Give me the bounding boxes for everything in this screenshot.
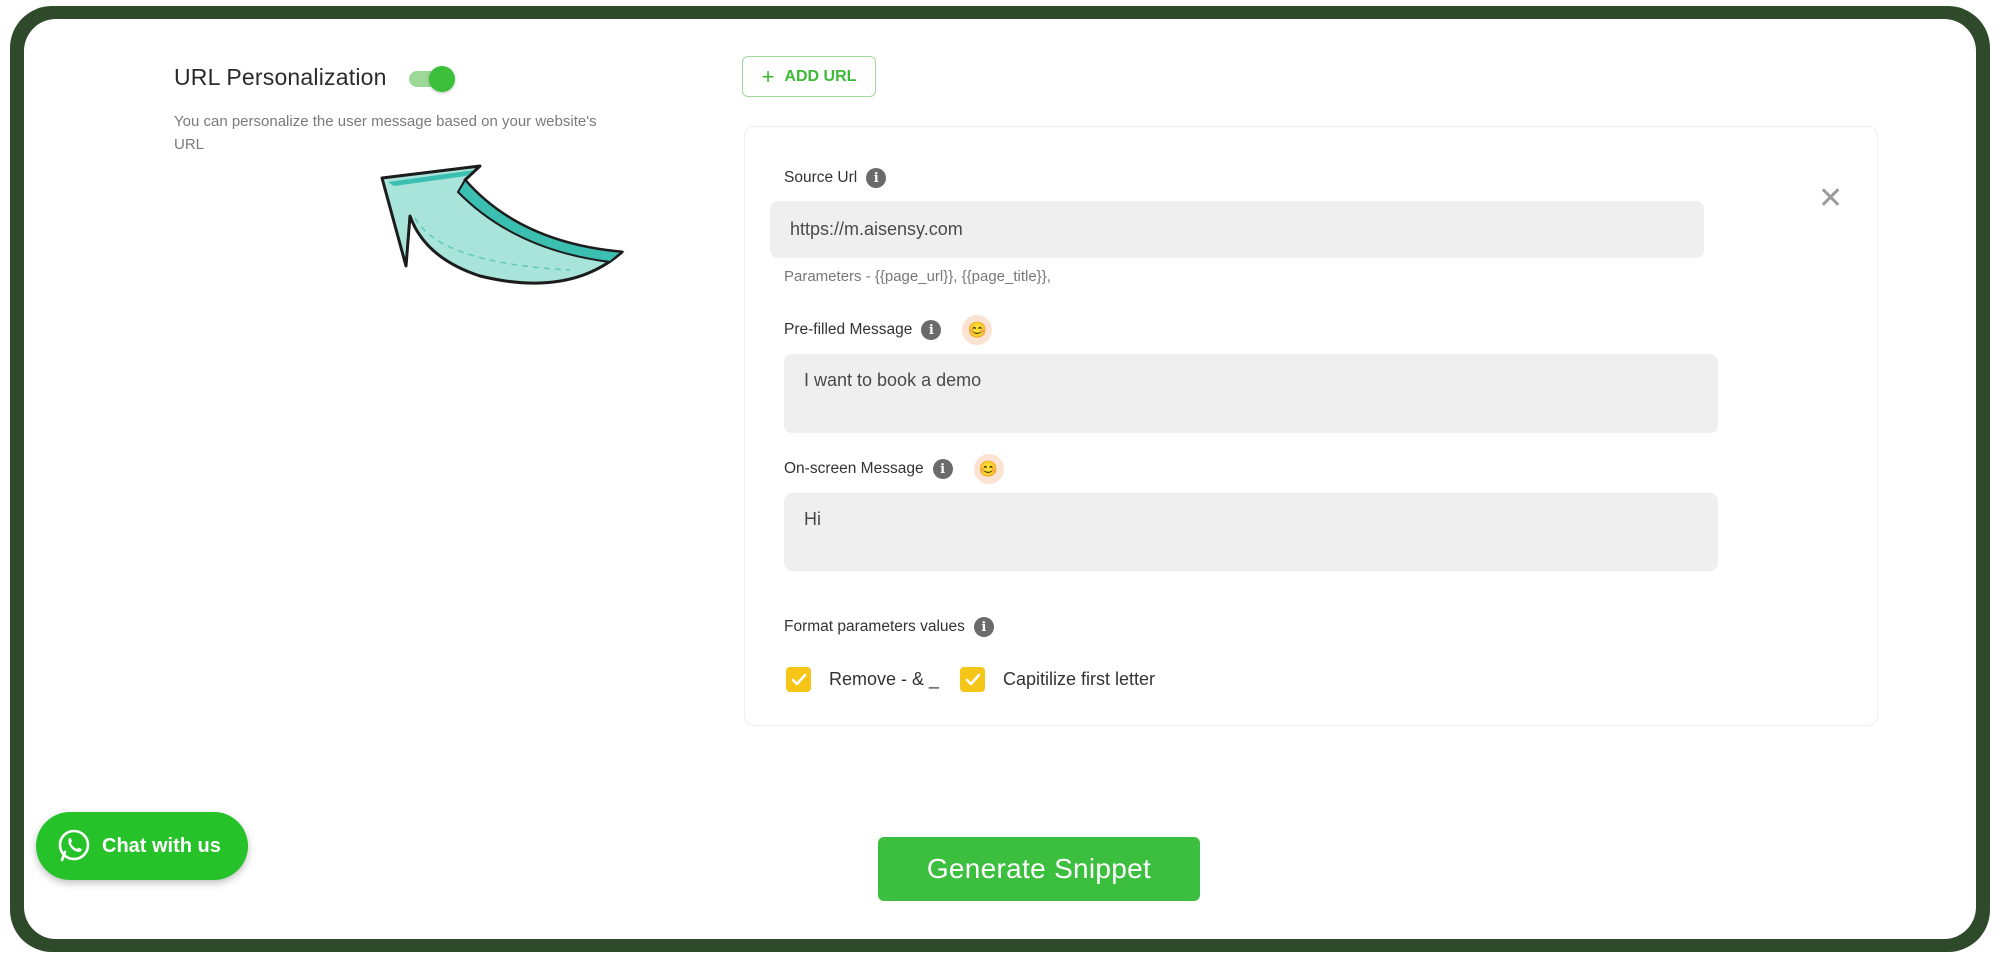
url-personalization-description: You can personalize the user message bas… — [174, 113, 597, 153]
checkbox-checked-icon[interactable] — [960, 667, 985, 692]
source-url-label-row: Source Url i — [784, 168, 887, 188]
capitalize-label: Capitilize first letter — [1003, 669, 1156, 689]
source-url-label: Source Url — [784, 169, 858, 186]
onscreen-message-textarea[interactable]: Hi — [784, 493, 1718, 571]
url-personalization-toggle[interactable] — [407, 66, 457, 92]
info-icon[interactable]: i — [921, 320, 942, 340]
chat-with-us-button[interactable]: Chat with us — [36, 812, 248, 880]
generate-snippet-button[interactable]: Generate Snippet — [878, 837, 1200, 901]
add-url-label: ADD URL — [784, 67, 857, 85]
remove-chars-label: Remove - & _ — [829, 669, 940, 689]
info-icon[interactable]: i — [866, 168, 887, 188]
format-label-row: Format parameters values i — [784, 617, 994, 637]
close-icon[interactable]: ✕ — [1818, 184, 1843, 214]
toggle-knob — [429, 66, 455, 92]
prefilled-label-row: Pre-filled Message i 😊 — [784, 315, 993, 345]
prefilled-message-textarea[interactable]: I want to book a demo — [784, 354, 1718, 433]
url-personalization-title: URL Personalization — [174, 64, 387, 90]
add-url-button[interactable]: + ADD URL — [742, 56, 876, 97]
onscreen-label-row: On-screen Message i 😊 — [784, 454, 1004, 484]
parameters-hint: Parameters - {{page_url}}, {{page_title}… — [784, 268, 1051, 285]
whatsapp-icon — [58, 829, 90, 862]
remove-chars-checkbox[interactable]: Remove - & _ — [786, 667, 939, 692]
plus-icon: + — [761, 63, 775, 89]
curved-arrow-icon — [380, 164, 625, 285]
info-icon[interactable]: i — [932, 459, 953, 479]
format-parameters-label: Format parameters values — [784, 618, 965, 635]
smiley-emoji-icon[interactable]: 😊 — [973, 454, 1004, 484]
onscreen-message-label: On-screen Message — [784, 460, 924, 477]
prefilled-message-label: Pre-filled Message — [784, 321, 913, 338]
capitalize-checkbox[interactable]: Capitilize first letter — [960, 667, 1155, 692]
checkbox-checked-icon[interactable] — [786, 667, 811, 692]
chat-with-us-label: Chat with us — [102, 834, 221, 857]
source-url-input[interactable]: https://m.aisensy.com — [770, 201, 1704, 258]
info-icon[interactable]: i — [973, 617, 994, 637]
smiley-emoji-icon[interactable]: 😊 — [962, 315, 993, 345]
